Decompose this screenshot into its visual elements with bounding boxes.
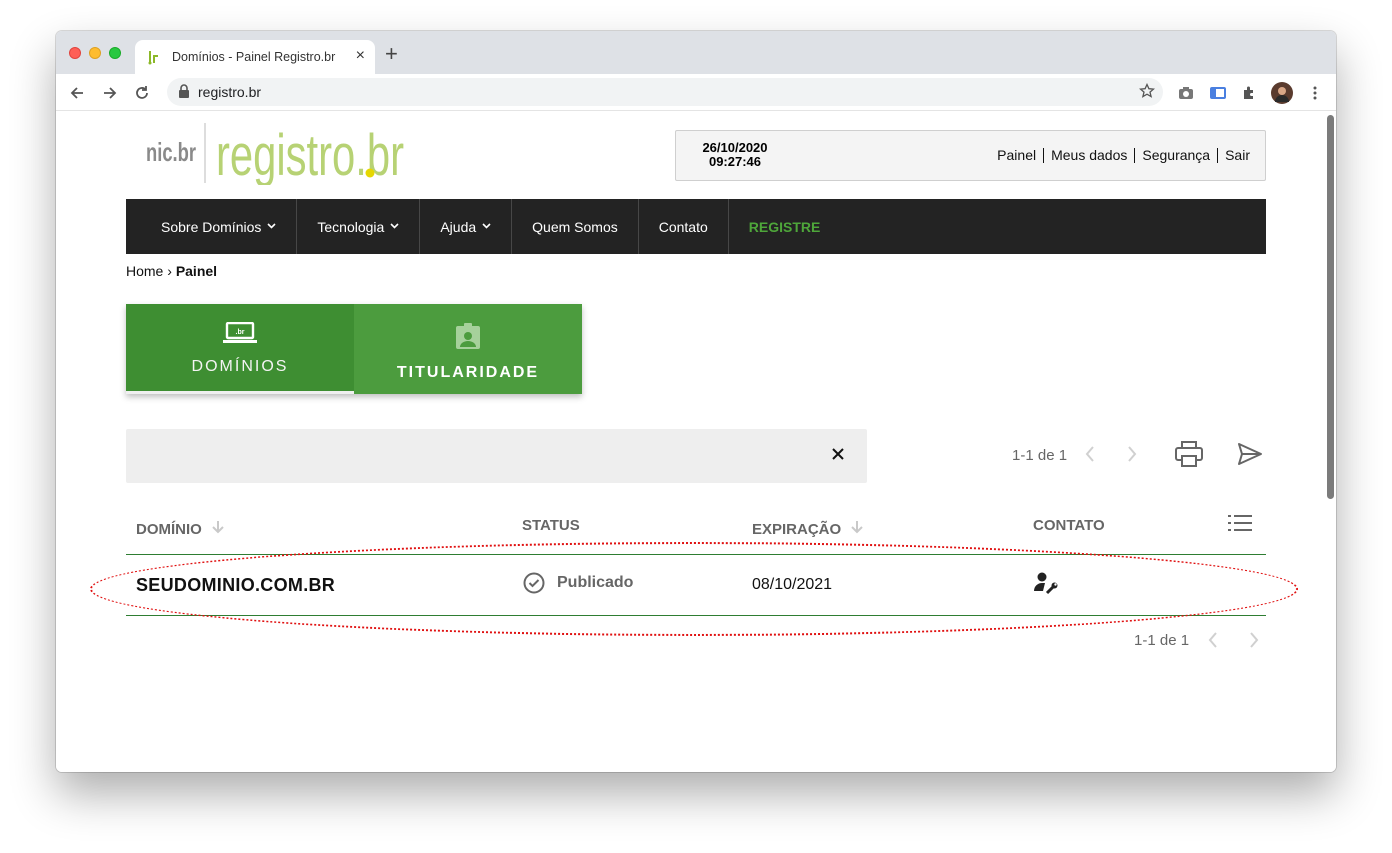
next-page-icon[interactable] bbox=[1127, 445, 1137, 469]
address-bar[interactable]: registro.br bbox=[167, 78, 1163, 106]
forward-icon[interactable] bbox=[100, 83, 120, 103]
main-menu: Sobre Domínios Tecnologia Ajuda Quem Som… bbox=[126, 199, 1266, 254]
page-content: nic.br registro.br 26/10/2020 09:27:46 P… bbox=[56, 111, 1336, 772]
menu-tecnologia-label: Tecnologia bbox=[317, 218, 385, 235]
highlight-annotation-oval bbox=[90, 542, 1298, 636]
link-painel[interactable]: Painel bbox=[990, 148, 1043, 163]
menu-sobre-dominios[interactable]: Sobre Domínios bbox=[126, 199, 298, 254]
window-close-button[interactable] bbox=[69, 47, 81, 59]
sort-arrow-down-icon bbox=[212, 521, 224, 538]
registro-logo[interactable]: nic.br registro.br bbox=[144, 121, 414, 190]
menu-tecnologia[interactable]: Tecnologia bbox=[297, 199, 421, 254]
menu-ajuda[interactable]: Ajuda bbox=[420, 199, 513, 254]
link-sair[interactable]: Sair bbox=[1217, 148, 1250, 163]
menu-ajuda-label: Ajuda bbox=[440, 218, 477, 235]
camera-extension-icon[interactable] bbox=[1176, 83, 1196, 103]
browser-tab[interactable]: Domínios - Painel Registro.br × bbox=[135, 40, 375, 74]
prev-page-icon[interactable] bbox=[1208, 631, 1218, 655]
logo-nic-text: nic.br bbox=[146, 137, 196, 167]
pagination-top-text: 1-1 de 1 bbox=[1012, 447, 1068, 464]
lock-icon bbox=[178, 84, 190, 103]
tab-strip: Domínios - Painel Registro.br × + bbox=[56, 31, 1336, 74]
bookmark-star-icon[interactable] bbox=[1138, 82, 1156, 104]
tile-dominios[interactable]: .br DOMÍNIOS bbox=[126, 304, 354, 394]
column-header-expiracao-label: EXPIRAÇÃO bbox=[752, 521, 842, 538]
column-header-expiracao[interactable]: EXPIRAÇÃO bbox=[752, 520, 864, 538]
profile-avatar[interactable] bbox=[1271, 82, 1293, 104]
chevron-down-icon bbox=[267, 221, 276, 232]
breadcrumb-current: Painel bbox=[175, 263, 218, 279]
scrollbar[interactable] bbox=[1327, 115, 1334, 499]
panel-tiles: .br DOMÍNIOS TITULARIDADE bbox=[126, 304, 582, 394]
close-icon[interactable] bbox=[831, 446, 845, 464]
menu-registre[interactable]: REGISTRE bbox=[729, 199, 841, 254]
extensions-puzzle-icon[interactable] bbox=[1239, 83, 1259, 103]
tile-titularidade[interactable]: TITULARIDADE bbox=[354, 304, 582, 394]
tile-dominios-label: DOMÍNIOS bbox=[191, 358, 289, 375]
tile-titularidade-label: TITULARIDADE bbox=[396, 364, 540, 381]
menu-contato[interactable]: Contato bbox=[639, 199, 729, 254]
window-minimize-button[interactable] bbox=[89, 47, 101, 59]
browser-toolbar: registro.br bbox=[56, 74, 1336, 111]
reload-icon[interactable] bbox=[132, 83, 152, 103]
link-meus-dados[interactable]: Meus dados bbox=[1043, 148, 1134, 163]
search-input[interactable] bbox=[126, 429, 867, 483]
column-header-dominio[interactable]: DOMÍNIO bbox=[136, 520, 224, 538]
breadcrumb-home[interactable]: Home bbox=[126, 263, 163, 279]
breadcrumb: Home › Painel bbox=[126, 263, 217, 279]
svg-text:.br: .br bbox=[236, 329, 245, 336]
menu-quem-somos[interactable]: Quem Somos bbox=[512, 199, 639, 254]
chevron-down-icon bbox=[390, 221, 399, 232]
logo-registro-text: registro.br bbox=[216, 123, 404, 185]
menu-sobre-dominios-label: Sobre Domínios bbox=[161, 218, 262, 235]
tab-title: Domínios - Painel Registro.br bbox=[172, 50, 336, 64]
chevron-down-icon bbox=[482, 221, 491, 232]
browser-window: Domínios - Painel Registro.br × + regist… bbox=[56, 31, 1336, 772]
tab-close-icon[interactable]: × bbox=[356, 48, 365, 64]
url-text: registro.br bbox=[198, 84, 262, 100]
prev-page-icon[interactable] bbox=[1085, 445, 1095, 469]
back-icon[interactable] bbox=[67, 83, 87, 103]
link-seguranca[interactable]: Segurança bbox=[1134, 148, 1217, 163]
column-header-dominio-label: DOMÍNIO bbox=[136, 521, 202, 538]
send-icon[interactable] bbox=[1237, 442, 1263, 471]
breadcrumb-separator: › bbox=[167, 263, 172, 279]
column-header-status: STATUS bbox=[522, 517, 580, 534]
browser-menu-icon[interactable] bbox=[1305, 83, 1325, 103]
window-maximize-button[interactable] bbox=[109, 47, 121, 59]
badge-icon bbox=[454, 322, 482, 355]
column-settings-list-icon[interactable] bbox=[1228, 514, 1252, 537]
laptop-br-icon: .br bbox=[223, 321, 257, 349]
favicon-icon bbox=[147, 49, 163, 65]
date-time: 26/10/2020 09:27:46 bbox=[696, 141, 774, 169]
new-tab-button[interactable]: + bbox=[385, 43, 398, 65]
user-info-box: 26/10/2020 09:27:46 Painel Meus dados Se… bbox=[675, 130, 1266, 181]
current-time: 09:27:46 bbox=[708, 154, 762, 169]
current-date: 26/10/2020 bbox=[702, 140, 768, 155]
account-links: Painel Meus dados Segurança Sair bbox=[990, 148, 1250, 163]
sort-arrow-down-icon bbox=[851, 521, 864, 538]
pagination-bottom-text: 1-1 de 1 bbox=[1134, 632, 1190, 649]
next-page-icon[interactable] bbox=[1249, 631, 1259, 655]
column-header-contato: CONTATO bbox=[1033, 517, 1105, 534]
translate-extension-icon[interactable] bbox=[1208, 83, 1228, 103]
print-icon[interactable] bbox=[1175, 441, 1203, 472]
